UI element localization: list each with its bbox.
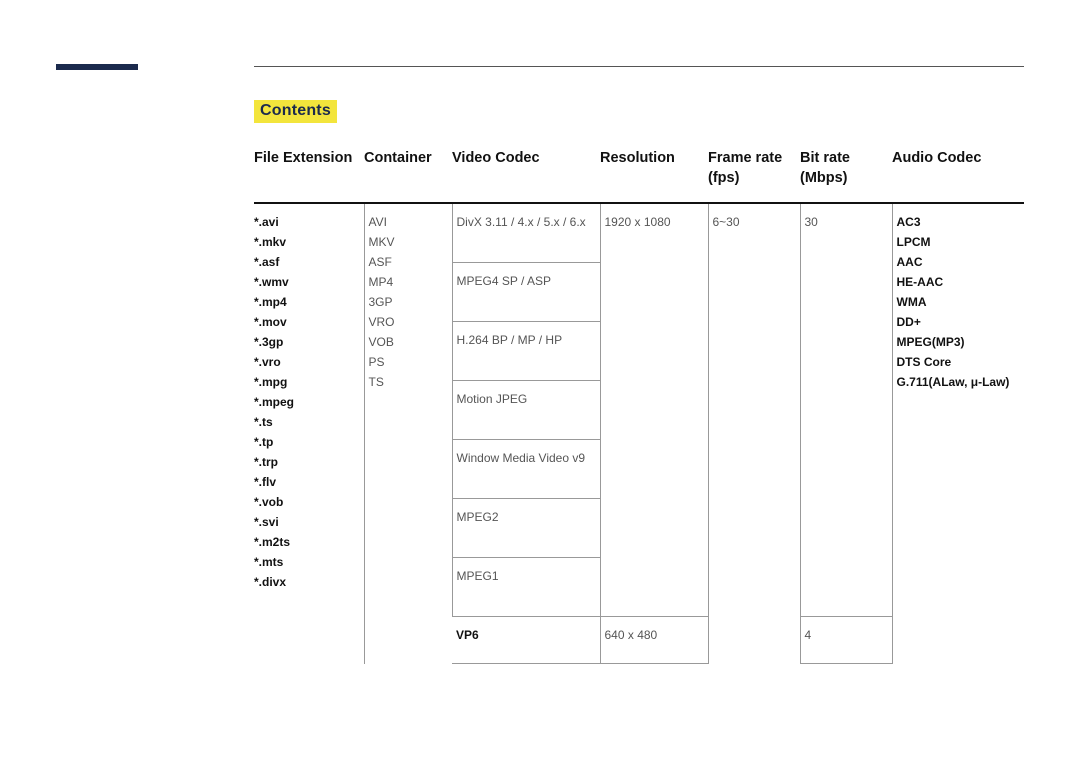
- file-extension-item: *.avi: [254, 212, 354, 232]
- video-codec-item: H.264 BP / MP / HP: [453, 322, 600, 381]
- file-extension-item: *.m2ts: [254, 532, 354, 552]
- container-item: MKV: [369, 232, 442, 252]
- cell-containers: AVIMKVASFMP43GPVROVOBPSTS: [364, 203, 452, 664]
- file-extension-item: *.mpg: [254, 372, 354, 392]
- col-header-file-extension: File Extension: [254, 143, 364, 203]
- file-extension-item: *.asf: [254, 252, 354, 272]
- audio-codec-item: HE-AAC: [897, 272, 1015, 292]
- col-header-container: Container: [364, 143, 452, 203]
- cell-video-codecs-main: DivX 3.11 / 4.x / 5.x / 6.xMPEG4 SP / AS…: [452, 203, 600, 617]
- container-item: VOB: [369, 332, 442, 352]
- contents-heading: Contents: [254, 100, 337, 123]
- header-rule: [254, 66, 1024, 67]
- file-extension-item: *.divx: [254, 572, 354, 592]
- cell-resolution-main: 1920 x 1080: [600, 203, 708, 617]
- file-extension-item: *.flv: [254, 472, 354, 492]
- container-item: AVI: [369, 212, 442, 232]
- audio-codec-item: DD+: [897, 312, 1015, 332]
- file-extension-item: *.mov: [254, 312, 354, 332]
- file-extension-item: *.mp4: [254, 292, 354, 312]
- audio-codec-item: AC3: [897, 212, 1015, 232]
- file-extension-item: *.tp: [254, 432, 354, 452]
- cell-audio-codecs: AC3LPCMAACHE-AACWMADD+MPEG(MP3)DTS CoreG…: [892, 203, 1024, 664]
- cell-frame-rate: 6~30: [708, 203, 800, 664]
- audio-codec-item: G.711(ALaw, μ-Law): [897, 372, 1015, 392]
- file-extension-item: *.vro: [254, 352, 354, 372]
- video-codec-item: MPEG1: [453, 558, 600, 616]
- codec-spec-table: File Extension Container Video Codec Res…: [254, 143, 1024, 664]
- audio-codec-item: AAC: [897, 252, 1015, 272]
- video-codec-item: Window Media Video v9: [453, 440, 600, 499]
- video-codec-item: DivX 3.11 / 4.x / 5.x / 6.x: [453, 204, 600, 263]
- cell-resolution-vp6: 640 x 480: [600, 617, 708, 664]
- col-header-resolution: Resolution: [600, 143, 708, 203]
- col-header-video-codec: Video Codec: [452, 143, 600, 203]
- file-extension-item: *.3gp: [254, 332, 354, 352]
- file-extension-item: *.mkv: [254, 232, 354, 252]
- file-extension-item: *.trp: [254, 452, 354, 472]
- audio-codec-item: MPEG(MP3): [897, 332, 1015, 352]
- header-accent-bar: [56, 64, 138, 70]
- file-extension-item: *.mts: [254, 552, 354, 572]
- file-extension-item: *.mpeg: [254, 392, 354, 412]
- container-item: VRO: [369, 312, 442, 332]
- cell-bit-rate-main: 30: [800, 203, 892, 617]
- file-extension-item: *.wmv: [254, 272, 354, 292]
- container-item: MP4: [369, 272, 442, 292]
- file-extension-item: *.svi: [254, 512, 354, 532]
- audio-codec-item: WMA: [897, 292, 1015, 312]
- video-codec-item: Motion JPEG: [453, 381, 600, 440]
- audio-codec-item: LPCM: [897, 232, 1015, 252]
- col-header-audio-codec: Audio Codec: [892, 143, 1024, 203]
- video-codec-item: MPEG4 SP / ASP: [453, 263, 600, 322]
- file-extension-item: *.ts: [254, 412, 354, 432]
- cell-video-codec-vp6: VP6: [452, 617, 600, 664]
- col-header-bit-rate: Bit rate (Mbps): [800, 143, 892, 203]
- video-codec-item: MPEG2: [453, 499, 600, 558]
- cell-bit-rate-vp6: 4: [800, 617, 892, 664]
- container-item: PS: [369, 352, 442, 372]
- container-item: 3GP: [369, 292, 442, 312]
- container-item: ASF: [369, 252, 442, 272]
- file-extension-item: *.vob: [254, 492, 354, 512]
- audio-codec-item: DTS Core: [897, 352, 1015, 372]
- container-item: TS: [369, 372, 442, 392]
- cell-file-extensions: *.avi*.mkv*.asf*.wmv*.mp4*.mov*.3gp*.vro…: [254, 203, 364, 664]
- col-header-frame-rate: Frame rate (fps): [708, 143, 800, 203]
